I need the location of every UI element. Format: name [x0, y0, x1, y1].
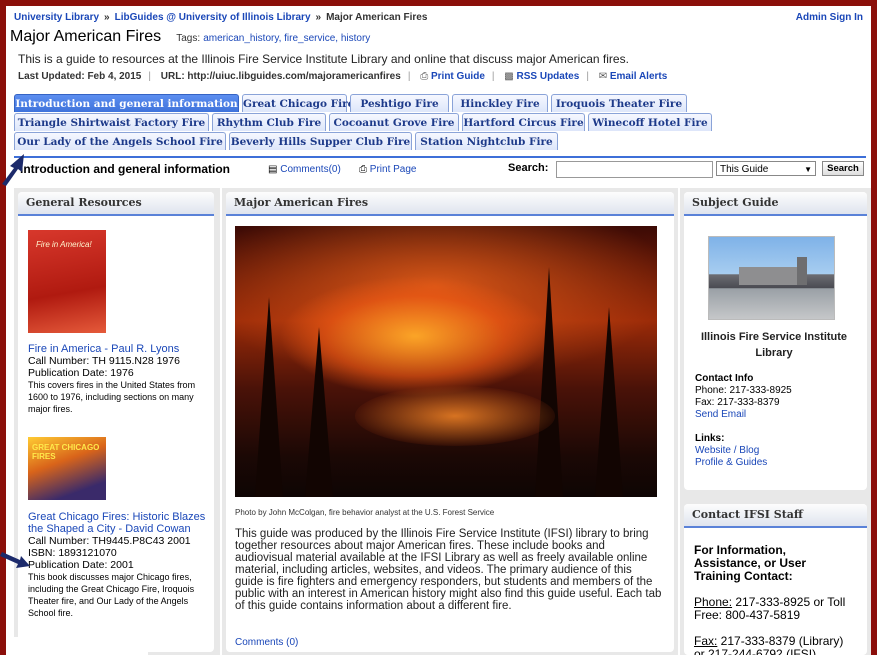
book-cover-fire-in-america[interactable]: Fire in America! [28, 230, 106, 333]
links-label: Links: [695, 433, 725, 444]
guide-meta: Last Updated: Feb 4, 2015 | URL: http://u… [18, 71, 668, 82]
fax-label: Fax: [694, 634, 718, 648]
search-button[interactable]: Search [822, 161, 864, 176]
guide-description: This is a guide to resources at the Illi… [18, 52, 629, 66]
tab-cocoanut-grove-fire[interactable]: Cocoanut Grove Fire [329, 113, 459, 131]
breadcrumb-current: Major American Fires [326, 12, 428, 23]
tab-station-nightclub-fire[interactable]: Station Nightclub Fire [415, 132, 558, 150]
book-title-link[interactable]: Fire in America - Paul R. Lyons [28, 343, 179, 355]
photo-caption: Photo by John McColgan, fire behavior an… [235, 508, 495, 517]
book-note: This covers fires in the United States f… [28, 380, 196, 414]
tree-silhouette [595, 307, 623, 497]
tab-triangle-shirtwaist-fire[interactable]: Triangle Shirtwaist Factory Fire [14, 113, 209, 131]
tab-winecoff-hotel-fire[interactable]: Winecoff Hotel Fire [588, 113, 712, 131]
cover-title: Fire in America! [36, 240, 92, 249]
tags-links[interactable]: american_history, fire_service, history [203, 33, 370, 44]
breadcrumb-separator: » [315, 12, 322, 23]
cover-title: GREAT CHICAGO FIRES [32, 443, 100, 461]
call-number: Call Number: TH9445.P8C43 2001 [28, 535, 191, 547]
breadcrumb-separator: » [104, 12, 110, 23]
guide-url: URL: http://uiuc.libguides.com/majoramer… [160, 71, 401, 82]
search-scope-select[interactable]: This Guide ▼ [716, 161, 816, 176]
admin-sign-in-link[interactable]: Admin Sign In [796, 12, 863, 23]
breadcrumb: University Library » LibGuides @ Universit… [14, 12, 427, 23]
print-guide-link[interactable]: Print Guide [431, 71, 485, 82]
book-entry: Great Chicago Fires: Historic Blazes the… [28, 511, 206, 619]
printer-icon: ⎙ [359, 164, 367, 175]
page: University Library » LibGuides @ Universit… [6, 6, 871, 655]
frame-gap [6, 637, 148, 655]
general-resources-heading: General Resources [18, 192, 214, 216]
building-tower [797, 257, 807, 285]
tab-rhythm-club-fire[interactable]: Rhythm Club Fire [212, 113, 326, 131]
subject-guide-heading: Subject Guide [684, 192, 867, 216]
printer-icon: ⎙ [420, 71, 429, 82]
breadcrumb-libguides[interactable]: LibGuides @ University of Illinois Libra… [115, 12, 311, 23]
print-page-link[interactable]: Print Page [370, 164, 417, 175]
tab-peshtigo-fire[interactable]: Peshtigo Fire [350, 94, 449, 112]
page-toolbar: Introduction and general information ▤ C… [16, 161, 868, 179]
last-updated: Last Updated: Feb 4, 2015 [18, 71, 142, 82]
rss-updates-link[interactable]: RSS Updates [517, 71, 580, 82]
book-title-link[interactable]: Great Chicago Fires: Historic Blazes the… [28, 511, 205, 535]
page-title: Major American Fires [10, 28, 162, 45]
comments-link[interactable]: Comments(0) [280, 164, 341, 175]
tab-great-chicago-fire[interactable]: Great Chicago Fire [242, 94, 354, 112]
river-glow [355, 386, 555, 446]
breadcrumb-library[interactable]: University Library [14, 12, 99, 23]
guide-intro-text: This guide was produced by the Illinois … [235, 528, 662, 612]
tree-silhouette [535, 267, 563, 497]
search-input[interactable] [556, 161, 713, 178]
tree-silhouette [255, 297, 283, 497]
tab-hartford-circus-fire[interactable]: Hartford Circus Fire [462, 113, 585, 131]
contact-intro: For Information, Assistance, or User Tra… [694, 543, 807, 583]
profile-guides-link[interactable]: Profile & Guides [695, 457, 767, 468]
print-page-wrap: ⎙ Print Page [359, 164, 416, 175]
contact-info: Contact Info Phone: 217-333-8925 Fax: 21… [695, 373, 792, 469]
rss-icon: ▩ [504, 71, 514, 82]
guide-header: Major American Fires Tags: american_hist… [10, 28, 370, 48]
contact-staff-heading: Contact IFSI Staff [684, 504, 867, 528]
tab-introduction[interactable]: Introduction and general information [14, 94, 239, 112]
publication-date: Publication Date: 1976 [28, 367, 134, 379]
staff-fax: 217-333-8379 (Library) or 217-244-6792 (… [694, 634, 844, 655]
forest-fire-photo [235, 226, 657, 497]
call-number: Call Number: TH 9115.N28 1976 [28, 355, 180, 367]
library-building-photo [708, 236, 835, 320]
envelope-icon: ✉ [598, 71, 608, 82]
tab-hinckley-fire[interactable]: Hinckley Fire [452, 94, 548, 112]
contact-info-label: Contact Info [695, 373, 754, 384]
tab-iroquois-theater-fire[interactable]: Iroquois Theater Fire [551, 94, 687, 112]
book-entry: Fire in America - Paul R. Lyons Call Num… [28, 343, 206, 415]
comments-link-wrap: ▤ Comments(0) [268, 164, 341, 175]
main-comments-link[interactable]: Comments (0) [235, 637, 298, 648]
comment-icon: ▤ [268, 164, 278, 175]
library-name: Illinois Fire Service Institute Library [700, 331, 848, 359]
phone-label: Phone: [694, 595, 733, 609]
tab-our-lady-of-the-angels-fire[interactable]: Our Lady of the Angels School Fire [14, 132, 226, 150]
tree-silhouette [305, 327, 333, 497]
library-fax: Fax: 217-333-8379 [695, 397, 780, 408]
isbn: ISBN: 1893121070 [28, 547, 117, 559]
search-label: Search: [508, 162, 549, 174]
email-alerts-link[interactable]: Email Alerts [610, 71, 667, 82]
library-phone: Phone: 217-333-8925 [695, 385, 792, 396]
tab-underline [14, 156, 866, 158]
send-email-link[interactable]: Send Email [695, 409, 746, 420]
tags-label: Tags: [176, 33, 201, 44]
annotation-arrow-icon [2, 154, 24, 186]
top-bar: University Library » LibGuides @ Universit… [14, 12, 863, 26]
dropdown-arrow-icon: ▼ [804, 165, 812, 174]
contact-staff-text: For Information, Assistance, or User Tra… [694, 544, 852, 655]
search-scope-value: This Guide [720, 164, 769, 175]
current-page-title: Introduction and general information [20, 162, 230, 176]
book-cover-great-chicago-fires[interactable]: GREAT CHICAGO FIRES [28, 437, 106, 500]
website-blog-link[interactable]: Website / Blog [695, 445, 759, 456]
main-heading: Major American Fires [226, 192, 674, 216]
annotation-arrow-icon [0, 552, 30, 568]
book-note: This book discusses major Chicago fires,… [28, 572, 195, 618]
publication-date: Publication Date: 2001 [28, 559, 134, 571]
tab-beverly-hills-supper-club-fire[interactable]: Beverly Hills Supper Club Fire [229, 132, 412, 150]
